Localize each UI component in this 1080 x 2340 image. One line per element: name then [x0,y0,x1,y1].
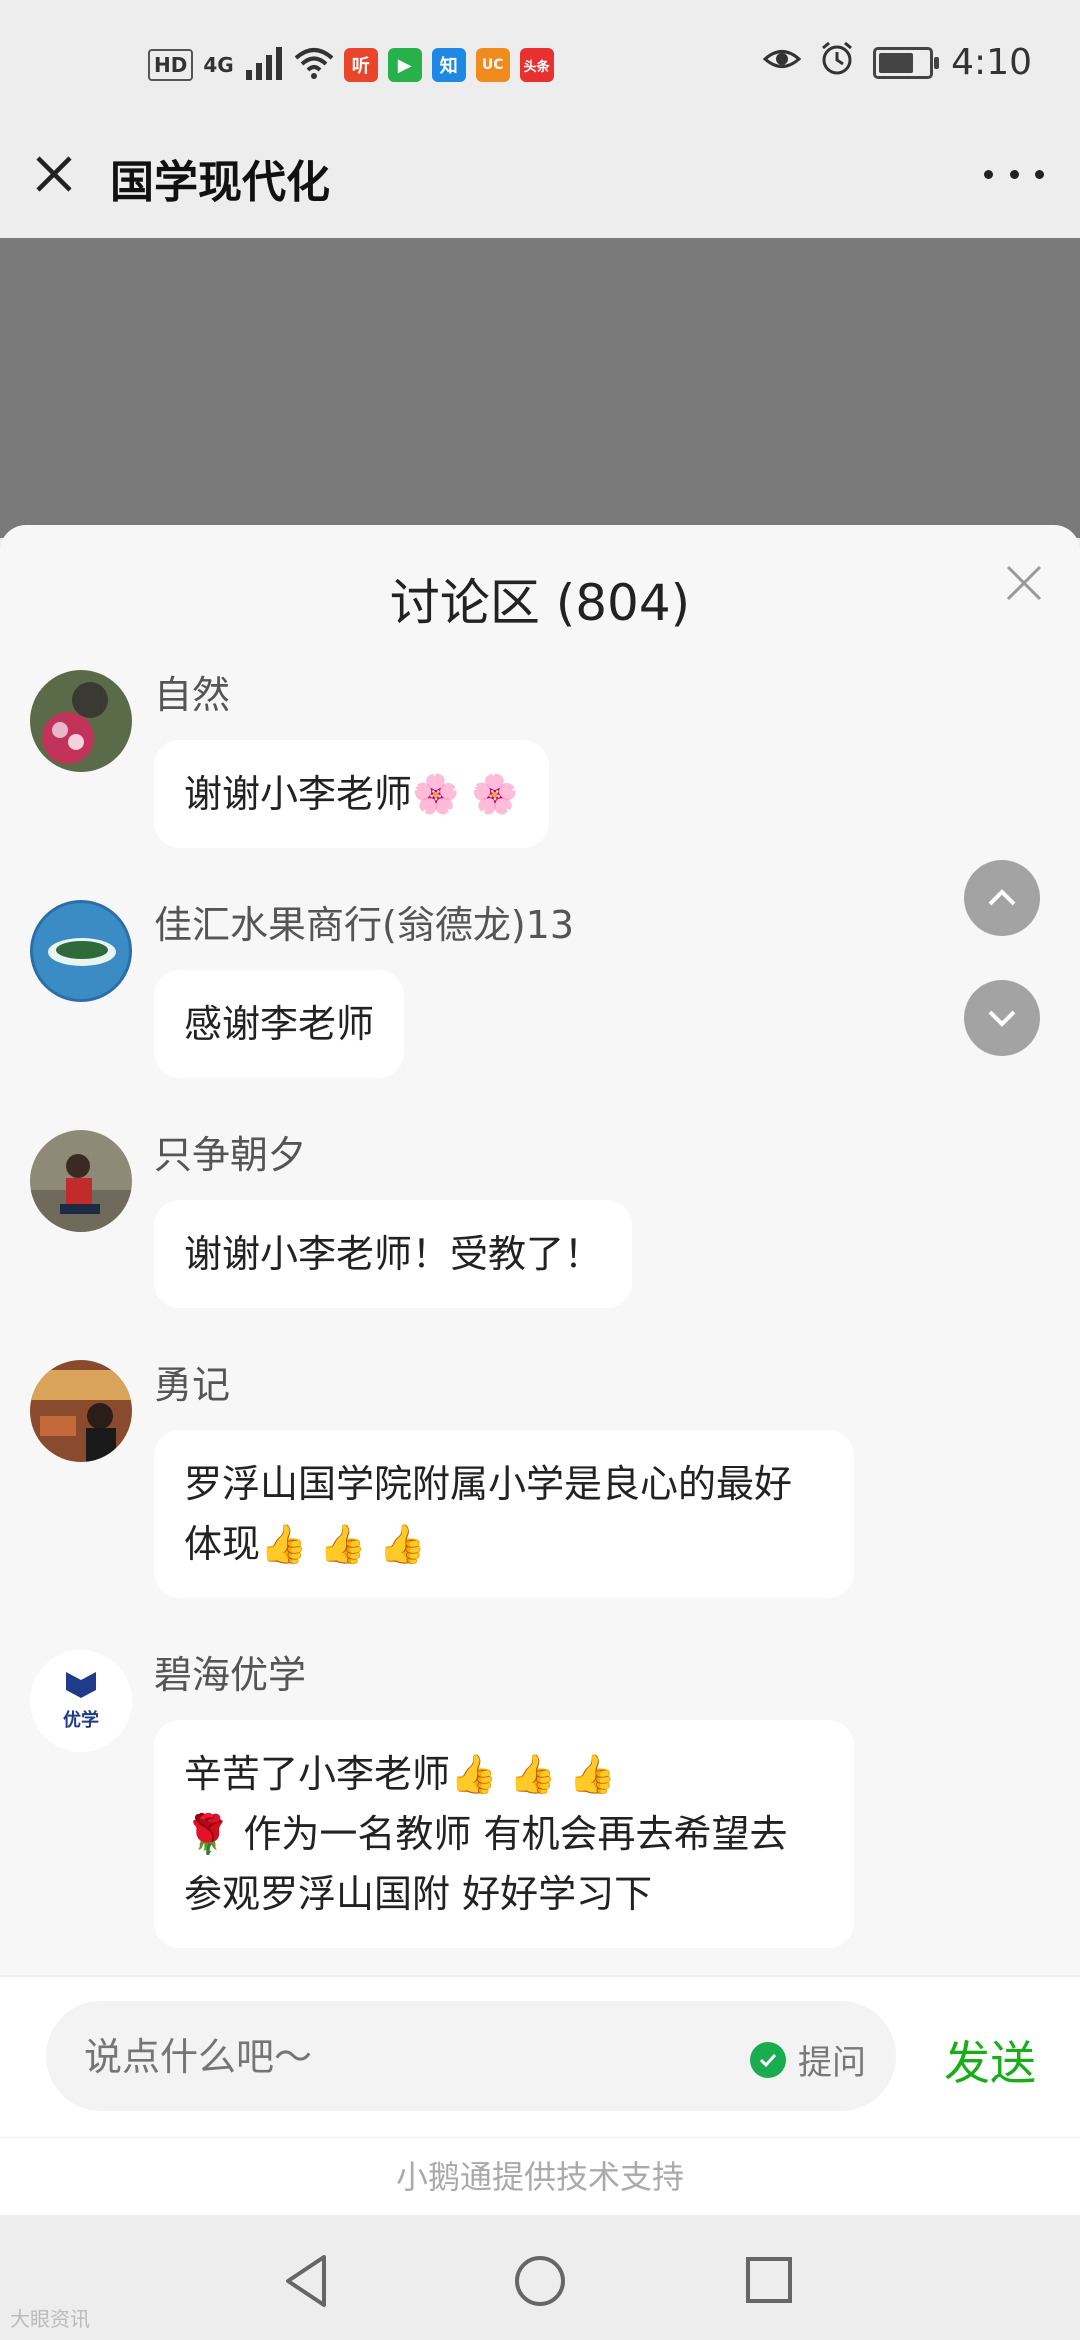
comment-input[interactable] [82,2001,686,2113]
back-icon[interactable] [282,2253,332,2313]
username: 自然 [154,673,231,717]
chevron-up-icon [988,889,1016,906]
clock-time: 4:10 [951,42,1032,83]
network-4g-label: 4G [203,53,234,77]
avatar[interactable] [30,670,132,772]
recents-icon[interactable] [744,2253,794,2313]
battery-icon [873,46,940,79]
close-sheet-icon[interactable] [1002,561,1046,605]
wifi-icon [294,46,334,84]
ask-question-toggle[interactable]: 提问 [750,2035,866,2084]
avatar[interactable]: 优学 [30,1650,132,1752]
alarm-icon [819,40,855,85]
username: 碧海优学 [154,1653,307,1697]
send-button[interactable]: 发送 [944,2027,1036,2093]
username: 勇记 [154,1363,231,1407]
username: 佳汇水果商行(翁德龙)13 [154,903,575,947]
avatar[interactable] [30,1130,132,1232]
page-title: 国学现代化 [110,157,330,208]
list-item: 只争朝夕 谢谢小李老师！受教了！ [30,1130,930,1310]
eye-icon [762,42,802,83]
avatar-logo-text: 优学 [63,1710,99,1731]
comment-input-container[interactable]: 提问 [46,2001,896,2113]
message-bubble: 感谢李老师 [154,970,405,1078]
ask-label: 提问 [798,2043,866,2083]
signal-icon [244,46,284,84]
video-app-icon: ▶ [387,48,422,82]
dim-overlay[interactable] [0,238,1080,538]
comment-input-bar: 提问 发送 [0,1975,1080,2137]
watermark-text: 大眼资讯 [10,2307,90,2331]
list-item: 勇记 罗浮山国学院附属小学是良心的最好体现👍 👍 👍 [30,1360,930,1600]
dot-icon [1035,169,1044,179]
message-bubble: 罗浮山国学院附属小学是良心的最好体现👍 👍 👍 [154,1430,854,1598]
zhihu-app-icon: 知 [431,48,466,82]
status-right: 4:10 [762,40,1032,85]
discussion-sheet: 讨论区 (804) 自然 谢谢小李老师🌸 🌸 佳汇水果商行(翁德龙)13 感谢李… [0,525,1080,2215]
dot-icon [1009,169,1019,179]
battery-level [879,52,913,73]
close-icon[interactable] [30,150,78,198]
scroll-down-button[interactable] [964,980,1040,1056]
check-icon [750,2041,786,2078]
hd-badge: HD [148,49,194,81]
message-bubble: 辛苦了小李老师👍 👍 👍 🌹 作为一名教师 有机会再去希望去参观罗浮山国附 好好… [154,1720,854,1948]
support-text: 小鹅通提供技术支持 [0,2137,1080,2216]
dot-icon [984,169,993,179]
toutiao-app-icon: 头条 [519,48,554,82]
chevron-down-icon [988,1010,1016,1027]
page-header: 国学现代化 [0,130,1080,238]
list-item: 优学 碧海优学 辛苦了小李老师👍 👍 👍 🌹 作为一名教师 有机会再去希望去参观… [30,1650,930,1980]
status-bar: HD 4G 听 ▶ 知 UC 头条 4:10 [0,0,1080,130]
list-item: 自然 谢谢小李老师🌸 🌸 [30,670,930,850]
ting-app-icon: 听 [343,48,378,82]
status-left: HD 4G 听 ▶ 知 UC 头条 [148,46,554,84]
discussion-title: 讨论区 (804) [389,574,691,632]
uc-browser-icon: UC [475,48,510,82]
username: 只争朝夕 [154,1133,307,1177]
message-bubble: 谢谢小李老师！受教了！ [154,1200,633,1308]
more-menu-button[interactable] [984,154,1044,194]
home-icon[interactable] [513,2253,567,2313]
avatar[interactable] [30,1360,132,1462]
system-nav-bar: 大眼资讯 [0,2215,1080,2340]
scroll-up-button[interactable] [964,860,1040,936]
list-item: 佳汇水果商行(翁德龙)13 感谢李老师 [30,900,930,1080]
avatar[interactable] [30,900,132,1002]
message-bubble: 谢谢小李老师🌸 🌸 [154,740,549,848]
